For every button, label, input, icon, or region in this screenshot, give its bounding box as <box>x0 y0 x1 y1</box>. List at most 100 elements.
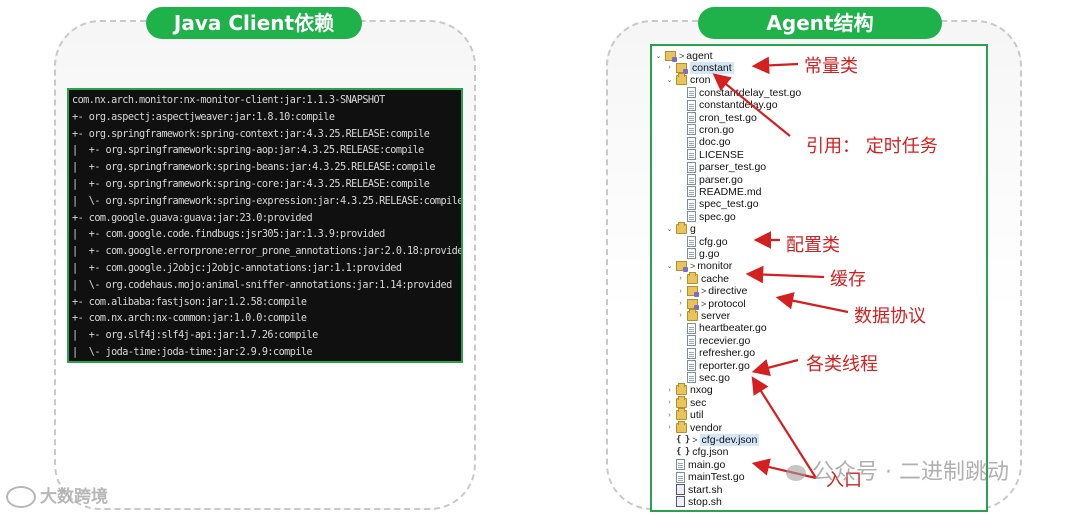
tree-item-label: reporter.go <box>699 359 750 372</box>
tree-item[interactable]: heartbeater.go <box>676 322 767 335</box>
file-icon <box>687 360 696 371</box>
tree-item-label: spec.go <box>699 210 736 223</box>
collapse-chevron-icon[interactable]: ⌄ <box>665 262 674 270</box>
collapse-chevron-icon[interactable]: ⌄ <box>665 76 674 84</box>
tree-item-label: g <box>690 223 696 236</box>
tree-item-label: start.sh <box>688 483 723 496</box>
annotation-threads: 各类线程 <box>806 354 878 375</box>
tree-item[interactable]: main.go <box>665 458 725 471</box>
tree-item-label: cron <box>690 74 711 87</box>
tree-item[interactable]: › vendor <box>665 420 722 434</box>
tree-item[interactable]: g.go <box>676 247 719 260</box>
tree-item[interactable]: constantdelay_test.go <box>676 86 801 99</box>
tree-item[interactable]: refresher.go <box>676 347 755 360</box>
tree-item[interactable]: › constant <box>665 61 734 74</box>
dependency-line: +- org.springframework:spring-context:ja… <box>72 128 430 140</box>
file-icon <box>687 211 696 223</box>
file-icon <box>687 248 696 260</box>
tree-item-label: constant <box>690 61 734 74</box>
file-icon <box>687 186 696 198</box>
tree-item-label: parser.go <box>699 173 743 186</box>
tree-item[interactable]: LICENSE <box>676 148 744 161</box>
collapse-chevron-icon[interactable]: ⌄ <box>654 52 663 60</box>
tree-item-label: LICENSE <box>699 148 744 161</box>
dependency-line: | +- org.springframework:spring-core:jar… <box>72 178 430 190</box>
tree-item[interactable]: mainTest.go <box>665 471 745 484</box>
folder-icon <box>676 395 687 408</box>
file-icon <box>687 198 696 210</box>
tree-item[interactable]: reporter.go <box>676 359 750 372</box>
tree-item[interactable]: cfg.go <box>676 235 728 248</box>
tree-item-label: cron.go <box>699 123 735 136</box>
tree-item[interactable]: › nxog <box>665 383 713 397</box>
tree-item[interactable]: › cache <box>676 271 729 285</box>
watermark-left: 大数跨境 <box>6 482 108 508</box>
file-icon <box>676 459 685 471</box>
project-tree[interactable]: ⌄ > agent › constant ⌄ cron constantdelay_test.… <box>650 44 988 512</box>
tree-item-label: README.md <box>699 185 762 198</box>
tree-item[interactable]: › > protocol <box>676 297 746 310</box>
expand-chevron-icon[interactable]: › <box>665 387 674 394</box>
file-icon <box>687 174 696 185</box>
expand-chevron-icon[interactable]: › <box>676 275 685 282</box>
expand-chevron-icon[interactable]: › <box>676 312 685 319</box>
expand-chevron-icon[interactable]: › <box>665 424 674 431</box>
collapse-chevron-icon[interactable]: ⌄ <box>665 225 674 233</box>
tree-item-label: agent <box>686 49 713 62</box>
file-icon <box>687 236 696 247</box>
tree-item[interactable]: parser_test.go <box>676 161 766 174</box>
dependency-line: | \- org.springframework:spring-expressi… <box>72 195 463 207</box>
tree-item[interactable]: ⌄ g <box>665 222 696 236</box>
sh-icon <box>676 484 685 495</box>
tree-item[interactable]: › sec <box>665 395 706 409</box>
expand-chevron-icon[interactable]: › <box>665 412 674 419</box>
expand-chevron-icon[interactable]: › <box>665 399 674 406</box>
dependency-line: | \- joda-time:joda-time:jar:2.9.9:compi… <box>72 346 313 358</box>
annotation-config: 配置类 <box>786 235 840 256</box>
file-icon <box>687 372 696 384</box>
tree-item[interactable]: doc.go <box>676 136 731 149</box>
agent-structure-title: Agent结构 <box>698 7 942 39</box>
tree-item-label: refresher.go <box>699 347 756 360</box>
folder-icon <box>676 73 687 86</box>
tree-item-label: cron_test.go <box>699 111 757 124</box>
tree-item[interactable]: recevier.go <box>676 334 750 347</box>
tree-item[interactable]: ⌄ cron <box>665 73 711 87</box>
tree-item-label: util <box>690 409 704 422</box>
watermark-left-text: 大数跨境 <box>40 487 108 507</box>
tree-item[interactable]: cron_test.go <box>676 111 757 124</box>
file-icon <box>687 112 696 123</box>
watermark-right-text: 公众号 · 二进制跳动 <box>812 460 1009 485</box>
tree-item[interactable]: parser.go <box>676 173 743 186</box>
tree-item[interactable]: README.md <box>676 185 761 198</box>
expand-chevron-icon[interactable]: › <box>676 300 685 307</box>
tree-item-label: cfg-dev.json <box>699 433 760 446</box>
tree-item-label: directive <box>708 285 748 298</box>
tree-item[interactable]: start.sh <box>665 483 722 496</box>
dependency-line: +- com.nx.arch:nx-common:jar:1.0.0:compi… <box>72 313 307 325</box>
tree-item-label: server <box>701 309 731 322</box>
expand-chevron-icon[interactable]: › <box>676 288 685 295</box>
tree-item-label: sec.go <box>699 371 730 384</box>
java-client-title: Java Client依赖 <box>146 7 362 39</box>
tree-item-label: cfg.go <box>699 235 728 248</box>
tree-item[interactable]: cron.go <box>676 123 734 136</box>
dependency-line: +- com.google.guava:guava:jar:23.0:provi… <box>72 212 313 224</box>
expand-chevron-icon[interactable]: › <box>665 64 674 71</box>
tree-item[interactable]: { } > cfg-dev.json <box>665 433 760 446</box>
pkg-icon <box>676 261 688 273</box>
tree-item[interactable]: spec_test.go <box>676 198 759 211</box>
file-icon <box>687 161 696 173</box>
change-marker: > <box>692 434 698 445</box>
file-icon <box>687 136 696 148</box>
change-marker: > <box>690 261 696 272</box>
tree-item[interactable]: constantdelay.go <box>676 99 778 112</box>
tree-item[interactable]: › > directive <box>676 285 747 298</box>
tree-item-label: nxog <box>690 384 713 397</box>
tree-item[interactable]: stop.sh <box>665 495 722 508</box>
tree-item[interactable]: ⌄ > monitor <box>665 260 732 273</box>
tree-item[interactable]: { } cfg.json <box>665 446 728 459</box>
tree-item[interactable]: ⌄ > agent <box>654 49 713 62</box>
file-icon <box>687 347 696 359</box>
tree-item[interactable]: › server <box>676 308 731 322</box>
